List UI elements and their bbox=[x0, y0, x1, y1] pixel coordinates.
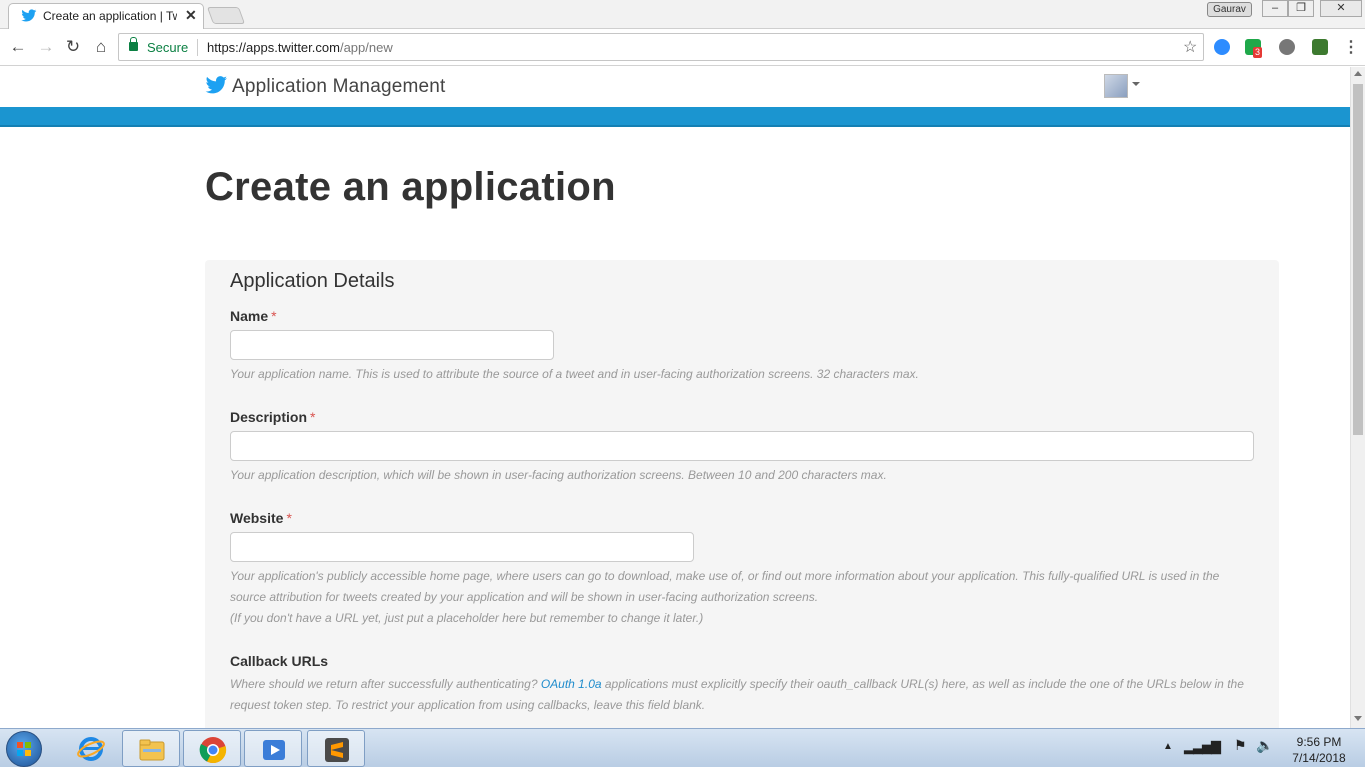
description-label: Description * bbox=[230, 409, 316, 425]
taskbar-chrome[interactable] bbox=[183, 730, 241, 767]
page-scrollbar[interactable] bbox=[1350, 67, 1365, 728]
browser-toolbar: ← → ↻ ⌂ Secure https://apps.twitter.com/… bbox=[0, 29, 1365, 66]
forward-arrow-icon[interactable]: → bbox=[36, 37, 56, 57]
volume-icon[interactable]: 🔈 bbox=[1256, 737, 1273, 754]
show-hidden-icons-icon[interactable]: ▲ bbox=[1163, 741, 1173, 752]
window-close-icon[interactable]: ✕ bbox=[1320, 0, 1362, 17]
address-bar[interactable]: Secure https://apps.twitter.com/app/new … bbox=[118, 33, 1204, 61]
required-marker: * bbox=[286, 510, 292, 526]
name-label: Name * bbox=[230, 308, 277, 324]
oauth-link[interactable]: OAuth 1.0a bbox=[541, 677, 602, 691]
callback-help-text: Where should we return after successfull… bbox=[230, 677, 1244, 712]
description-help-text: Your application description, which will… bbox=[230, 468, 887, 482]
scroll-thumb[interactable] bbox=[1353, 84, 1363, 435]
scroll-down-arrow-icon[interactable] bbox=[1354, 716, 1362, 721]
internet-explorer-icon bbox=[77, 737, 105, 761]
required-marker: * bbox=[271, 308, 277, 324]
url-text: https://apps.twitter.com/app/new bbox=[207, 40, 393, 55]
website-input[interactable] bbox=[230, 532, 694, 562]
reload-icon[interactable]: ↻ bbox=[63, 37, 83, 57]
name-input[interactable] bbox=[230, 330, 554, 360]
chevron-down-icon[interactable] bbox=[1132, 82, 1140, 86]
divider bbox=[197, 39, 198, 56]
start-button[interactable] bbox=[6, 731, 42, 767]
battery-icon[interactable]: ▯ bbox=[1212, 738, 1220, 755]
callback-urls-label: Callback URLs bbox=[230, 653, 329, 669]
eyedropper-extension-icon[interactable] bbox=[1312, 39, 1328, 55]
web-page: Application Management Create an applica… bbox=[0, 67, 1350, 728]
media-player-icon bbox=[263, 740, 285, 760]
tab-title: Create an application | Tw bbox=[43, 9, 177, 23]
website-label: Website * bbox=[230, 510, 292, 526]
page-title: Create an application bbox=[205, 165, 616, 209]
application-details-panel: Application Details Name * Your applicati… bbox=[205, 260, 1279, 728]
bookmark-star-icon[interactable]: ☆ bbox=[1183, 37, 1197, 57]
brand-title[interactable]: Application Management bbox=[232, 76, 446, 98]
site-header: Application Management bbox=[0, 67, 1350, 107]
zoom-extension-icon[interactable] bbox=[1214, 39, 1230, 55]
required-marker: * bbox=[310, 409, 316, 425]
twitter-logo-icon[interactable] bbox=[205, 76, 228, 95]
action-center-flag-icon[interactable]: ⚑ bbox=[1234, 737, 1247, 754]
lock-icon bbox=[129, 37, 138, 51]
windows-taskbar: ▲ ▂▃▅▇ ▯ ⚑ 🔈 9:56 PM 7/14/2018 bbox=[0, 728, 1365, 767]
taskbar-internet-explorer[interactable] bbox=[62, 730, 120, 767]
avatar[interactable] bbox=[1104, 74, 1128, 98]
sublime-text-icon bbox=[325, 738, 349, 762]
windows-logo-icon bbox=[17, 742, 31, 756]
minimize-icon[interactable]: – bbox=[1262, 0, 1288, 17]
header-accent-bar bbox=[0, 107, 1350, 127]
lightbulb-extension-icon[interactable] bbox=[1279, 39, 1295, 55]
extension-badge: 3 bbox=[1253, 47, 1263, 58]
taskbar-media-player[interactable] bbox=[244, 730, 302, 767]
taskbar-sublime-text[interactable] bbox=[307, 730, 365, 767]
scroll-up-arrow-icon[interactable] bbox=[1354, 71, 1362, 76]
close-icon[interactable]: ✕ bbox=[185, 7, 197, 24]
back-arrow-icon[interactable]: ← bbox=[8, 37, 28, 57]
taskbar-file-explorer[interactable] bbox=[122, 730, 180, 767]
new-tab-button[interactable] bbox=[206, 7, 246, 24]
restore-icon[interactable]: ❐ bbox=[1288, 0, 1314, 17]
clock-date[interactable]: 7/14/2018 bbox=[1290, 751, 1348, 765]
name-help-text: Your application name. This is used to a… bbox=[230, 367, 919, 381]
website-help-text: Your application's publicly accessible h… bbox=[230, 569, 1220, 625]
extension-icon[interactable]: 3 bbox=[1245, 39, 1263, 58]
description-input[interactable] bbox=[230, 431, 1254, 461]
home-icon[interactable]: ⌂ bbox=[91, 37, 111, 57]
browser-tab-strip: Create an application | Tw ✕ Gaurav – ❐ … bbox=[0, 0, 1365, 29]
section-title: Application Details bbox=[230, 270, 395, 292]
folder-icon bbox=[139, 739, 165, 761]
browser-menu-icon[interactable]: ⋮ bbox=[1343, 37, 1359, 57]
browser-tab-active[interactable]: Create an application | Tw ✕ bbox=[8, 3, 204, 29]
profile-name-chip[interactable]: Gaurav bbox=[1207, 2, 1252, 17]
secure-label: Secure bbox=[147, 40, 189, 55]
clock-time[interactable]: 9:56 PM bbox=[1292, 735, 1346, 749]
chrome-icon bbox=[199, 737, 227, 764]
twitter-bird-icon bbox=[21, 9, 37, 22]
